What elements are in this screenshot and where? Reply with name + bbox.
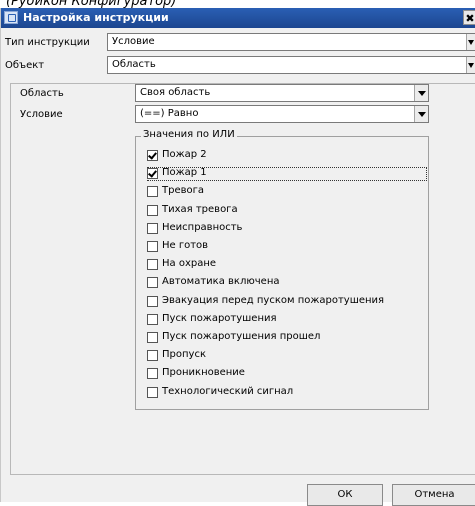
cancel-button[interactable]: Отмена xyxy=(392,484,475,506)
ok-button[interactable]: ОК xyxy=(307,484,383,506)
chevron-down-icon[interactable] xyxy=(466,57,475,73)
chevron-down-icon[interactable] xyxy=(466,34,475,50)
checkbox-label: Автоматика включена xyxy=(162,276,280,288)
chevron-down-icon[interactable] xyxy=(414,106,428,122)
area-label: Область xyxy=(20,88,64,99)
window-caption: (Рубикон Конфигуратор) xyxy=(6,0,177,9)
checkbox-label: Пуск пожаротушения xyxy=(162,312,277,324)
checkbox-label: Пуск пожаротушения прошел xyxy=(162,331,321,342)
checkbox[interactable] xyxy=(147,186,158,198)
checkbox-label: Эвакуация перед пуском пожаротушения xyxy=(162,294,385,306)
checkbox[interactable] xyxy=(147,259,158,271)
checkbox[interactable] xyxy=(147,386,158,398)
checkbox[interactable] xyxy=(147,222,158,234)
checkbox-label: Проникновение xyxy=(162,367,245,379)
checkbox-label: Пожар 2 xyxy=(162,149,207,160)
checkbox[interactable] xyxy=(147,368,158,380)
instruction-type-select[interactable]: Условие xyxy=(107,33,475,51)
close-button[interactable]: ✖ xyxy=(463,10,475,25)
checkbox-label: Неисправность xyxy=(162,221,243,233)
object-value: Область xyxy=(112,59,156,70)
checkbox[interactable] xyxy=(147,350,158,362)
instruction-type-label: Тип инструкции xyxy=(5,37,90,48)
checkbox[interactable] xyxy=(147,277,158,289)
checkbox[interactable] xyxy=(147,150,158,161)
condition-label: Условие xyxy=(20,109,63,120)
app-icon xyxy=(4,11,18,24)
area-select[interactable]: Своя область xyxy=(135,84,429,102)
condition-select[interactable]: (==) Равно xyxy=(135,105,429,123)
checkbox-label: Тревога xyxy=(162,185,205,197)
checkbox-label: Тихая тревога xyxy=(162,203,238,215)
instruction-type-value: Условие xyxy=(112,36,155,47)
checkbox[interactable] xyxy=(147,168,158,180)
chevron-down-icon[interactable] xyxy=(414,85,428,101)
checkbox[interactable] xyxy=(147,204,158,216)
values-group-title: Значения по ИЛИ xyxy=(141,129,237,140)
checkbox[interactable] xyxy=(147,295,158,307)
checkbox-label: Пожар 1 xyxy=(162,167,207,179)
object-label: Объект xyxy=(5,60,45,71)
checkbox-label: Технологический сигнал xyxy=(162,385,294,397)
object-select[interactable]: Область xyxy=(107,56,475,74)
condition-value: (==) Равно xyxy=(140,108,199,119)
instruction-settings-dialog: Настройка инструкции ✖ Тип инструкции Ус… xyxy=(0,8,475,506)
area-value: Своя область xyxy=(140,87,211,98)
checkbox-label: На охране xyxy=(162,258,217,270)
window-title: Настройка инструкции xyxy=(23,11,169,24)
checkbox-label: Пропуск xyxy=(162,349,206,361)
checkbox-label: Не готов xyxy=(162,240,209,251)
value-checkbox-item[interactable]: Пожар 1 xyxy=(147,167,427,182)
title-bar[interactable]: Настройка инструкции ✖ xyxy=(1,8,475,28)
checkbox[interactable] xyxy=(147,332,158,343)
checkbox[interactable] xyxy=(147,241,158,252)
checkbox[interactable] xyxy=(147,313,158,325)
